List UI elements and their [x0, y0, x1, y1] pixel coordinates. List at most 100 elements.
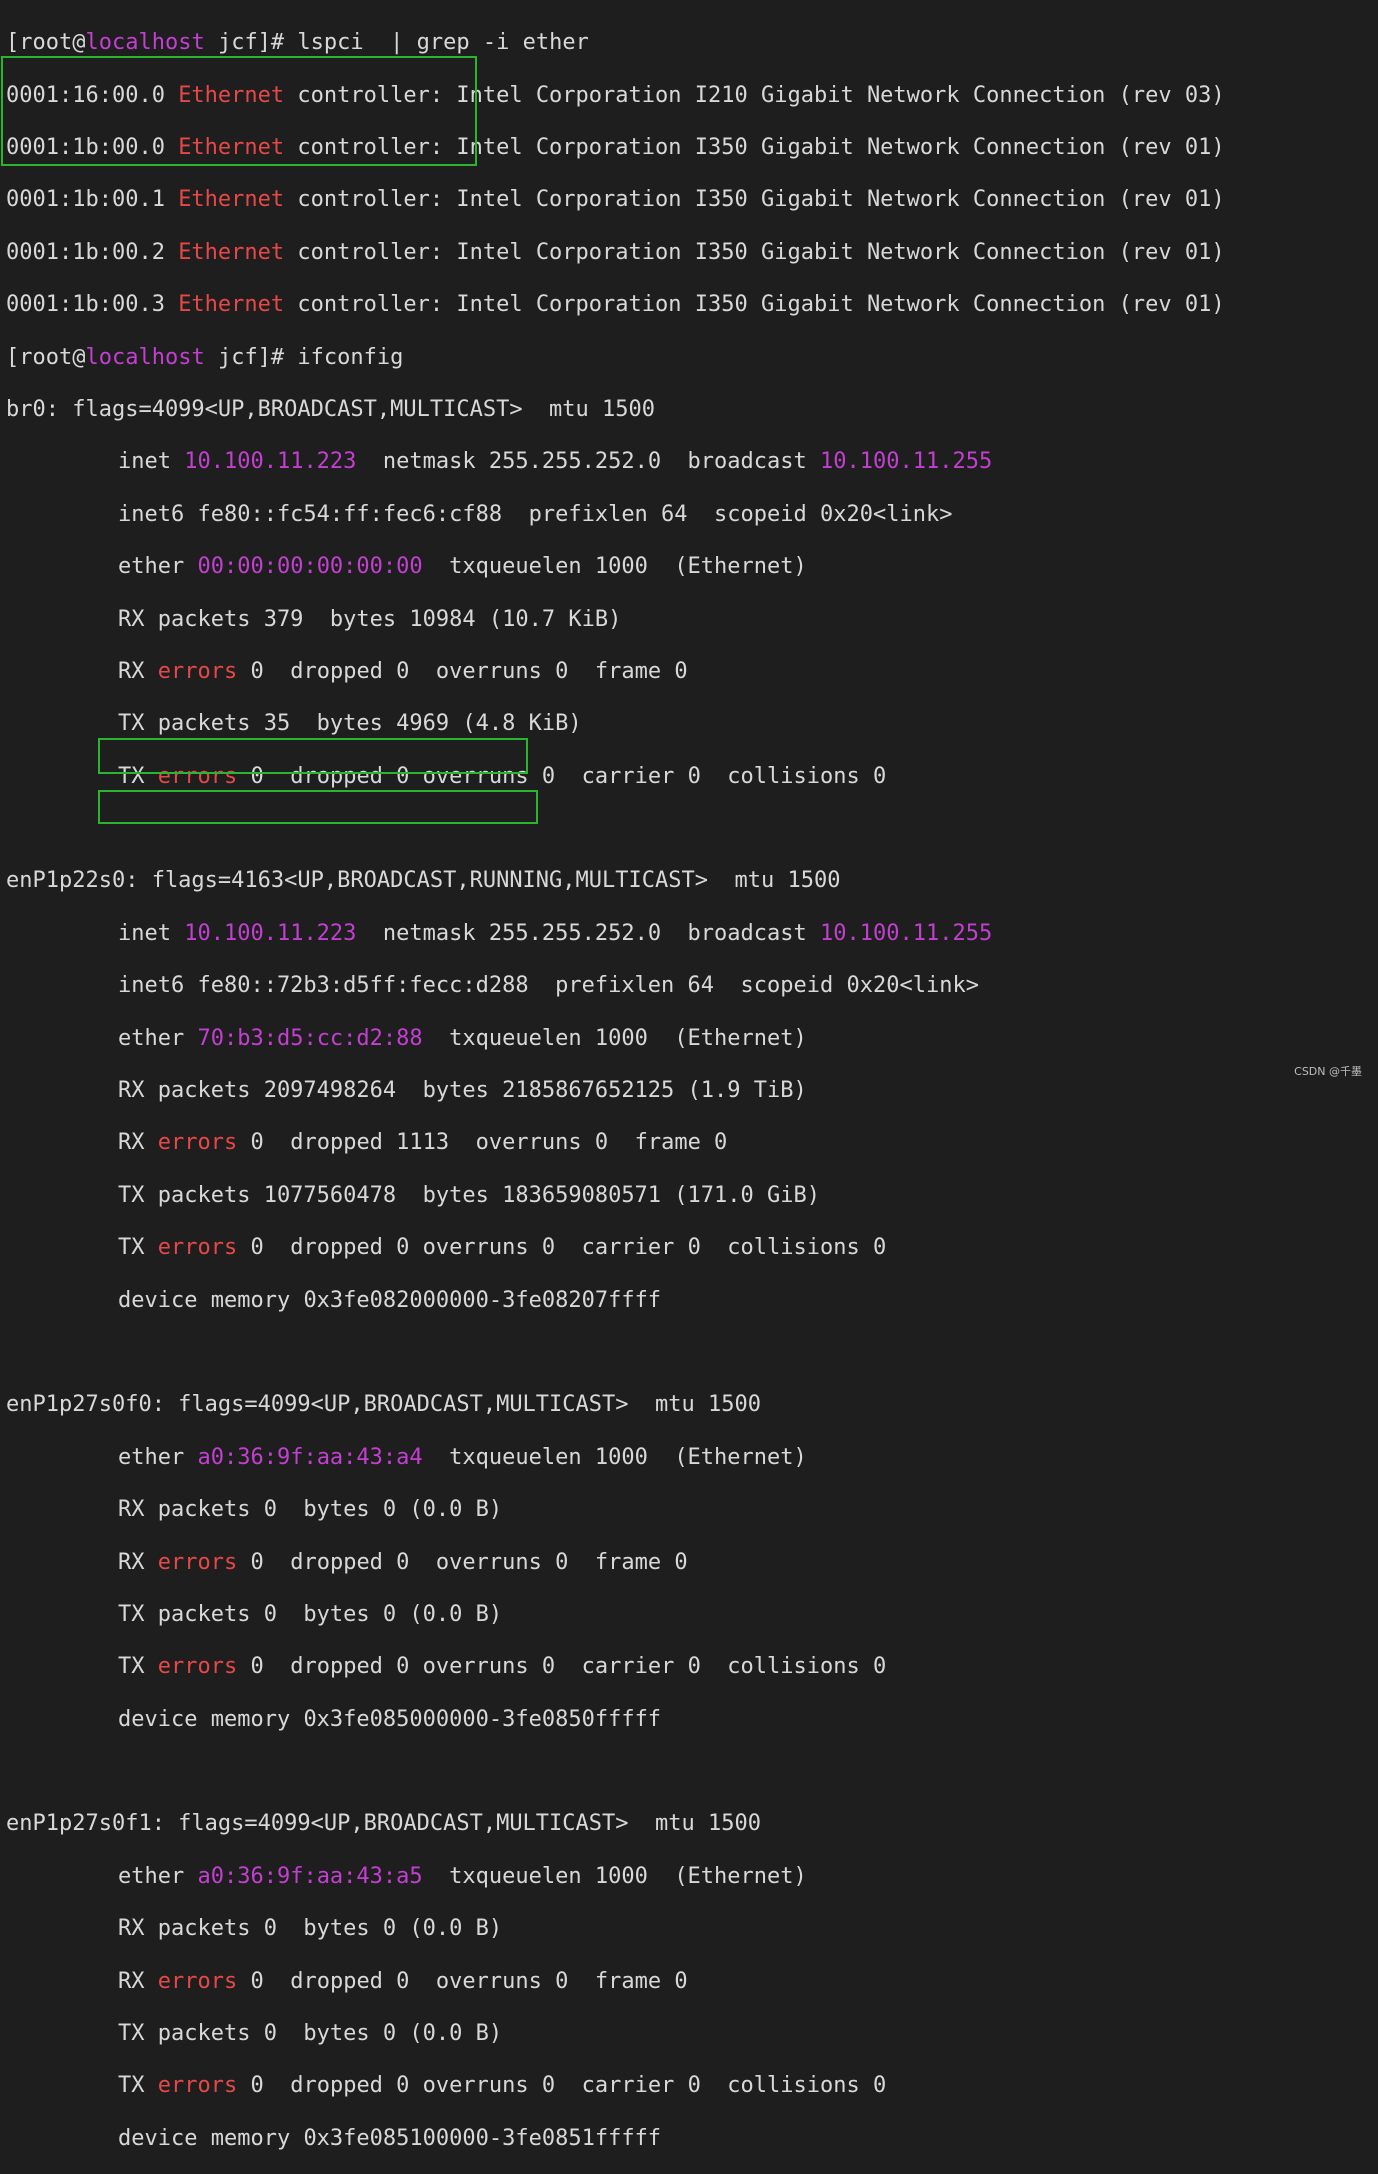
grep-match: Ethernet	[178, 187, 285, 213]
broadcast-address: 10.100.11.255	[820, 449, 993, 475]
ether-label: ether	[118, 1863, 198, 1889]
tx-packets-text: TX packets 0 bytes 0 (0.0 B)	[118, 1601, 503, 1627]
prompt-host: localhost	[85, 30, 205, 56]
inet6-text: inet6 fe80::72b3:d5ff:fecc:d288 prefixle…	[118, 973, 979, 999]
highlight-box-i350-slots	[1, 56, 477, 166]
tx-packets-line: TX packets 35 bytes 4969 (4.8 KiB)	[6, 711, 1374, 737]
mac-address: a0:36:9f:aa:43:a4	[197, 1444, 423, 1470]
rx-errors-line: RX errors 0 dropped 0 overruns 0 frame 0	[6, 1969, 1374, 1995]
errors-label: errors	[157, 1549, 238, 1575]
rx-packets-text: RX packets 2097498264 bytes 218586765212…	[118, 1078, 807, 1104]
lspci-row: 0001:1b:00.3 Ethernet controller: Intel …	[6, 292, 1374, 318]
grep-match: Ethernet	[178, 239, 285, 265]
inet-address: 10.100.11.223	[184, 449, 357, 475]
rx-packets-line: RX packets 0 bytes 0 (0.0 B)	[6, 1497, 1374, 1523]
tx-label: TX	[118, 1654, 158, 1680]
netmask-label: netmask	[356, 920, 489, 946]
tx-errors-line: TX errors 0 dropped 0 overruns 0 carrier…	[6, 1235, 1374, 1261]
errors-label: errors	[157, 1235, 238, 1261]
tx-packets-line: TX packets 0 bytes 0 (0.0 B)	[6, 1602, 1374, 1628]
ether-line: ether a0:36:9f:aa:43:a5 txqueuelen 1000 …	[6, 1864, 1374, 1890]
txqueuelen-text: txqueuelen 1000 (Ethernet)	[422, 1863, 807, 1889]
rx-packets-line: RX packets 2097498264 bytes 218586765212…	[6, 1078, 1374, 1104]
rx-packets-line: RX packets 379 bytes 10984 (10.7 KiB)	[6, 607, 1374, 633]
inet-line: inet 10.100.11.223 netmask 255.255.252.0…	[6, 921, 1374, 947]
iface-header-enp1p27s0f1: enP1p27s0f1: flags=4099<UP,BROADCAST,MUL…	[6, 1811, 761, 1837]
tx-errors-line: TX errors 0 dropped 0 overruns 0 carrier…	[6, 1654, 1374, 1680]
inet6-text: inet6 fe80::fc54:ff:fec6:cf88 prefixlen …	[118, 501, 953, 527]
prompt-line-ifconfig: [root@localhost jcf]# ifconfig	[6, 345, 1374, 371]
inet-label: inet	[118, 449, 185, 475]
tx-packets-text: TX packets 35 bytes 4969 (4.8 KiB)	[118, 711, 582, 737]
tx-packets-text: TX packets 0 bytes 0 (0.0 B)	[118, 2021, 503, 2047]
inet6-line: inet6 fe80::fc54:ff:fec6:cf88 prefixlen …	[6, 502, 1374, 528]
errors-label: errors	[157, 1968, 238, 1994]
prompt-tail: jcf]#	[204, 30, 298, 56]
rx-label: RX	[118, 1968, 158, 1994]
mac-address: 70:b3:d5:cc:d2:88	[197, 1025, 423, 1051]
inet-label: inet	[118, 920, 185, 946]
pci-description: controller: Intel Corporation I350 Gigab…	[284, 187, 1225, 213]
prompt-tail: jcf]#	[204, 344, 298, 370]
rx-errors-line: RX errors 0 dropped 0 overruns 0 frame 0	[6, 1550, 1374, 1576]
prompt-user: [root@	[6, 30, 86, 56]
tx-label: TX	[118, 1235, 158, 1261]
pci-slot: 0001:1b:00.3	[6, 292, 179, 318]
rx-errors-text: 0 dropped 0 overruns 0 frame 0	[237, 658, 688, 684]
grep-match: Ethernet	[178, 292, 285, 318]
pci-description: controller: Intel Corporation I350 Gigab…	[284, 292, 1225, 318]
lspci-row: 0001:1b:00.1 Ethernet controller: Intel …	[6, 187, 1374, 213]
errors-label: errors	[157, 1654, 238, 1680]
ether-label: ether	[118, 554, 198, 580]
rx-label: RX	[118, 658, 158, 684]
txqueuelen-text: txqueuelen 1000 (Ethernet)	[422, 1025, 807, 1051]
ether-line: ether 70:b3:d5:cc:d2:88 txqueuelen 1000 …	[6, 1026, 1374, 1052]
rx-packets-line: RX packets 0 bytes 0 (0.0 B)	[6, 1916, 1374, 1942]
rx-errors-line: RX errors 0 dropped 1113 overruns 0 fram…	[6, 1130, 1374, 1156]
rx-label: RX	[118, 1130, 158, 1156]
device-memory-line: device memory 0x3fe082000000-3fe08207fff…	[6, 1288, 1374, 1314]
tx-label: TX	[118, 2073, 158, 2099]
command-ifconfig: ifconfig	[297, 344, 404, 370]
device-memory-label: device memory	[118, 1287, 304, 1313]
tx-errors-text: 0 dropped 0 overruns 0 carrier 0 collisi…	[237, 1235, 887, 1261]
rx-errors-text: 0 dropped 1113 overruns 0 frame 0	[237, 1130, 728, 1156]
pci-description: controller: Intel Corporation I350 Gigab…	[284, 239, 1225, 265]
tx-errors-text: 0 dropped 0 overruns 0 carrier 0 collisi…	[237, 2073, 887, 2099]
rx-errors-text: 0 dropped 0 overruns 0 frame 0	[237, 1968, 688, 1994]
errors-label: errors	[157, 2073, 238, 2099]
terminal-output[interactable]: [root@localhost jcf]# lspci | grep -i et…	[6, 4, 1374, 2174]
tx-packets-line: TX packets 0 bytes 0 (0.0 B)	[6, 2021, 1374, 2047]
ether-label: ether	[118, 1025, 198, 1051]
rx-label: RX	[118, 1549, 158, 1575]
device-memory-range: 0x3fe082000000-3fe08207ffff	[303, 1287, 662, 1313]
broadcast-label: broadcast	[661, 920, 821, 946]
device-memory-range: 0x3fe085000000-3fe0850fffff	[303, 1706, 662, 1732]
device-memory-label: device memory	[118, 2125, 304, 2151]
prompt-host: localhost	[85, 344, 205, 370]
iface-header-enp1p22s0: enP1p22s0: flags=4163<UP,BROADCAST,RUNNI…	[6, 868, 841, 894]
rx-packets-text: RX packets 0 bytes 0 (0.0 B)	[118, 1916, 503, 1942]
pci-slot: 0001:1b:00.1	[6, 187, 179, 213]
device-memory-line: device memory 0x3fe085000000-3fe0850ffff…	[6, 1707, 1374, 1733]
rx-errors-line: RX errors 0 dropped 0 overruns 0 frame 0	[6, 659, 1374, 685]
lspci-row: 0001:1b:00.2 Ethernet controller: Intel …	[6, 240, 1374, 266]
errors-label: errors	[157, 658, 238, 684]
highlight-box-tx-packets	[98, 790, 538, 824]
tx-packets-line: TX packets 1077560478 bytes 183659080571…	[6, 1183, 1374, 1209]
pci-slot: 0001:1b:00.2	[6, 239, 179, 265]
prompt-user: [root@	[6, 344, 86, 370]
errors-label: errors	[157, 1130, 238, 1156]
prompt-line-lspci: [root@localhost jcf]# lspci | grep -i et…	[6, 30, 1374, 56]
highlight-box-rx-packets	[98, 738, 528, 774]
inet6-line: inet6 fe80::72b3:d5ff:fecc:d288 prefixle…	[6, 973, 1374, 999]
tx-packets-text: TX packets 1077560478 bytes 183659080571…	[118, 1182, 820, 1208]
inet-line: inet 10.100.11.223 netmask 255.255.252.0…	[6, 449, 1374, 475]
rx-errors-text: 0 dropped 0 overruns 0 frame 0	[237, 1549, 688, 1575]
ether-line: ether a0:36:9f:aa:43:a4 txqueuelen 1000 …	[6, 1445, 1374, 1471]
txqueuelen-text: txqueuelen 1000 (Ethernet)	[422, 1444, 807, 1470]
netmask-label: netmask	[356, 449, 489, 475]
command-lspci: lspci | grep -i ether	[297, 30, 589, 56]
